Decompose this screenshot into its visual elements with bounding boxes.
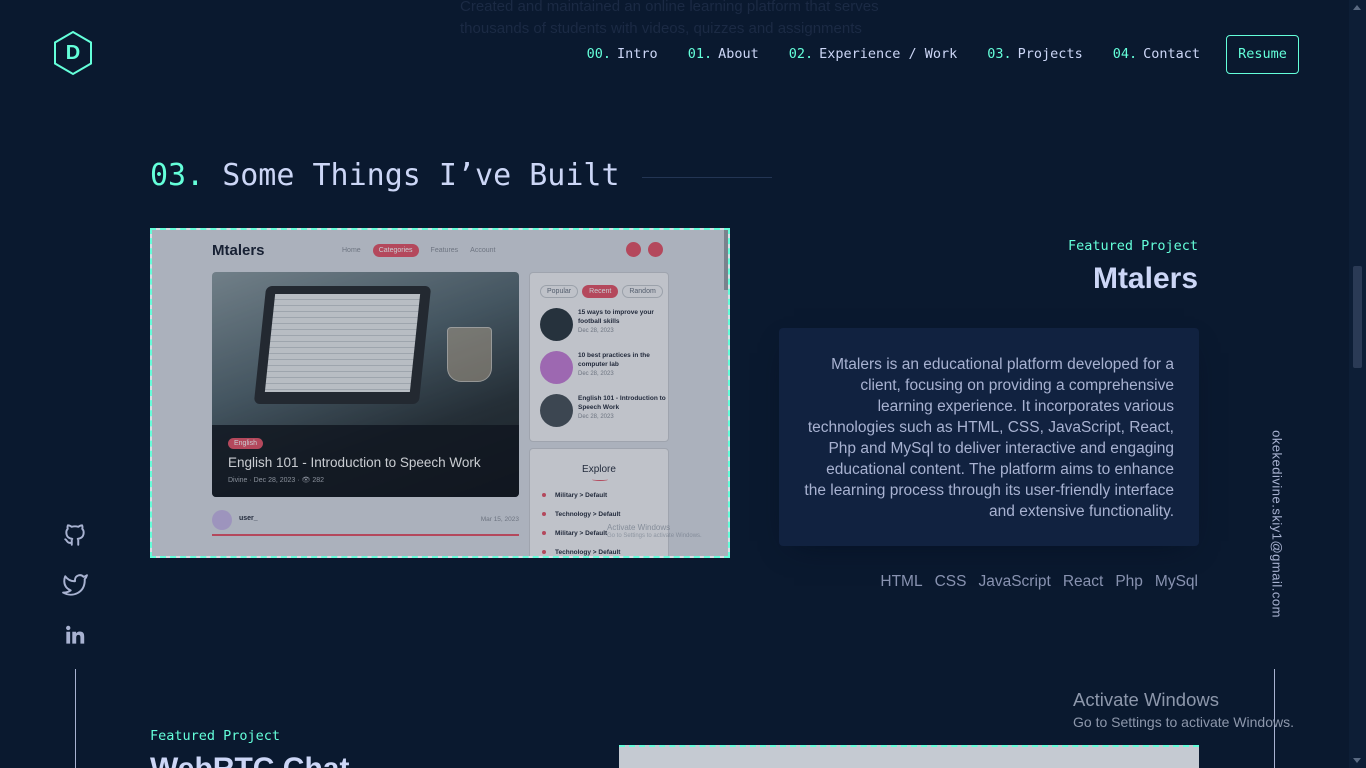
logo[interactable]: D (52, 30, 94, 76)
left-vertical-line (75, 669, 76, 768)
tech-list: HTML CSS JavaScript React Php MySql (880, 573, 1198, 591)
email-link[interactable]: okekedivine.skiy1@gmail.com (1270, 430, 1285, 618)
mockup-post-title: 15 ways to improve your football skills (578, 309, 654, 325)
nav-link-label: Intro (617, 46, 658, 62)
nav-link-contact[interactable]: 04. Contact (1113, 46, 1200, 62)
featured-project-label: Featured Project (1067, 238, 1198, 254)
mockup-hero-tag: English (228, 438, 263, 449)
mockup-avatar (212, 510, 232, 530)
scrollbar-thumb[interactable] (1353, 266, 1362, 368)
tech-item: HTML (880, 573, 923, 590)
mockup-category: Technology > Default (542, 511, 620, 518)
twitter-icon[interactable] (62, 572, 88, 598)
mockup-watermark-sub: Go to Settings to activate Windows. (607, 533, 702, 539)
github-icon[interactable] (62, 522, 88, 548)
mockup-sidebar: Popular Recent Random 15 ways to improve… (529, 272, 669, 442)
mockup-watermark: Activate Windows (607, 523, 671, 532)
nav-links: 00. Intro 01. About 02. Experience / Work 0… (587, 46, 1200, 62)
mockup-user-row: user_ Mar 15, 2023 (212, 510, 519, 540)
mockup-tab: Popular (540, 285, 579, 298)
resume-button[interactable]: Resume (1226, 35, 1299, 74)
mockup-menu-icon (648, 242, 663, 257)
section-divider (641, 177, 772, 178)
social-links (62, 522, 88, 672)
nav-link-label: About (718, 46, 759, 62)
mockup-nav-item-active: Categories (372, 244, 419, 257)
nav-link-projects[interactable]: 03. Projects (987, 46, 1082, 62)
nav-link-number: 01. (687, 46, 713, 62)
mockup-post: English 101 - Introduction to Speech Wor… (540, 394, 668, 430)
nav-link-number: 00. (586, 46, 612, 62)
mockup-category: Technology > Default (542, 549, 620, 556)
tech-item: React (1062, 573, 1104, 590)
section-heading: 03. Some Things I’ve Built (150, 158, 772, 193)
mockup-nav-item: Account (470, 247, 496, 254)
mockup-post-thumb (540, 351, 573, 384)
project-screenshot[interactable]: Mtalers Home Categories Features Account… (150, 228, 730, 558)
nav-link-about[interactable]: 01. About (688, 46, 759, 62)
mockup-tabs: Popular Recent Random (540, 285, 663, 298)
mockup-nav: Home Categories Features Account (342, 244, 495, 257)
mockup-explore-panel: Explore Military > Default Technology > … (529, 448, 669, 556)
mockup-tab-active: Recent (582, 285, 619, 298)
tech-item: JavaScript (978, 573, 1051, 590)
mockup-hero-meta: Divine · Dec 28, 2023 · 👁 282 (228, 477, 325, 484)
nav-link-intro[interactable]: 00. Intro (587, 46, 658, 62)
mockup-post-date: Dec 28, 2023 (578, 414, 614, 420)
mockup-search-icon (626, 242, 641, 257)
mockup-post: 15 ways to improve your football skills … (540, 308, 668, 344)
page-scrollbar[interactable] (1349, 0, 1366, 768)
top-nav: D 00. Intro 01. About 02. Experience / Work… (0, 0, 1350, 110)
mockup-nav-item: Home (342, 247, 361, 254)
section-title: Some Things I’ve Built (222, 158, 620, 193)
mockup-category: Military > Default (542, 530, 607, 537)
mockup-post-thumb (540, 308, 573, 341)
nav-link-label: Experience / Work (819, 46, 958, 62)
scroll-up-arrow-icon[interactable] (1353, 5, 1361, 10)
mockup-explore-title: Explore (582, 464, 616, 475)
mockup-tab: Random (622, 285, 663, 298)
activate-windows-subtitle: Go to Settings to activate Windows. (1073, 714, 1294, 730)
mockup-laptop-screen (264, 294, 421, 392)
mockup-post-date: Dec 28, 2023 (578, 371, 614, 377)
nav-link-experience[interactable]: 02. Experience / Work (789, 46, 958, 62)
mockup-post-title: English 101 - Introduction to Speech Wor… (578, 395, 666, 411)
project-description: Mtalers is an educational platform devel… (779, 328, 1199, 546)
mockup-wave-divider (592, 478, 608, 481)
mockup-post-date: Dec 28, 2023 (578, 328, 614, 334)
mockup-username: user_ (239, 515, 258, 522)
activate-windows-title: Activate Windows (1073, 689, 1219, 710)
featured-project-label-2: Featured Project (150, 728, 281, 744)
mockup-scrollbar (724, 230, 728, 290)
mockup-accent-bar (212, 534, 519, 536)
mockup-post-title: 10 best practices in the computer lab (578, 352, 650, 368)
mockup-hero-card: English English 101 - Introduction to Sp… (212, 272, 519, 497)
mockup-hero-title: English 101 - Introduction to Speech Wor… (228, 455, 481, 470)
nav-link-number: 03. (987, 46, 1012, 62)
project-title[interactable]: Mtalers (1093, 262, 1198, 296)
mockup-category: Military > Default (542, 492, 607, 499)
tech-item: CSS (934, 573, 967, 590)
section-number: 03. (150, 158, 205, 193)
mockup-cup-image (447, 327, 492, 382)
mockup-brand: Mtalers (212, 242, 265, 259)
tech-item: Php (1115, 573, 1143, 590)
tech-item: MySql (1154, 573, 1198, 590)
nav-link-number: 04. (1112, 46, 1138, 62)
linkedin-icon[interactable] (62, 622, 88, 648)
mockup-post-thumb (540, 394, 573, 427)
mockup-user-date: Mar 15, 2023 (480, 516, 519, 523)
nav-link-label: Projects (1017, 46, 1083, 62)
project-screenshot-2[interactable] (619, 745, 1199, 768)
project-title-2[interactable]: WebRTC Chat (150, 752, 349, 768)
scroll-down-arrow-icon[interactable] (1353, 758, 1361, 763)
mockup-nav-item: Features (430, 247, 459, 254)
nav-link-number: 02. (788, 46, 814, 62)
mockup-post: 10 best practices in the computer lab De… (540, 351, 668, 387)
logo-letter: D (65, 42, 81, 64)
nav-link-label: Contact (1143, 46, 1200, 62)
